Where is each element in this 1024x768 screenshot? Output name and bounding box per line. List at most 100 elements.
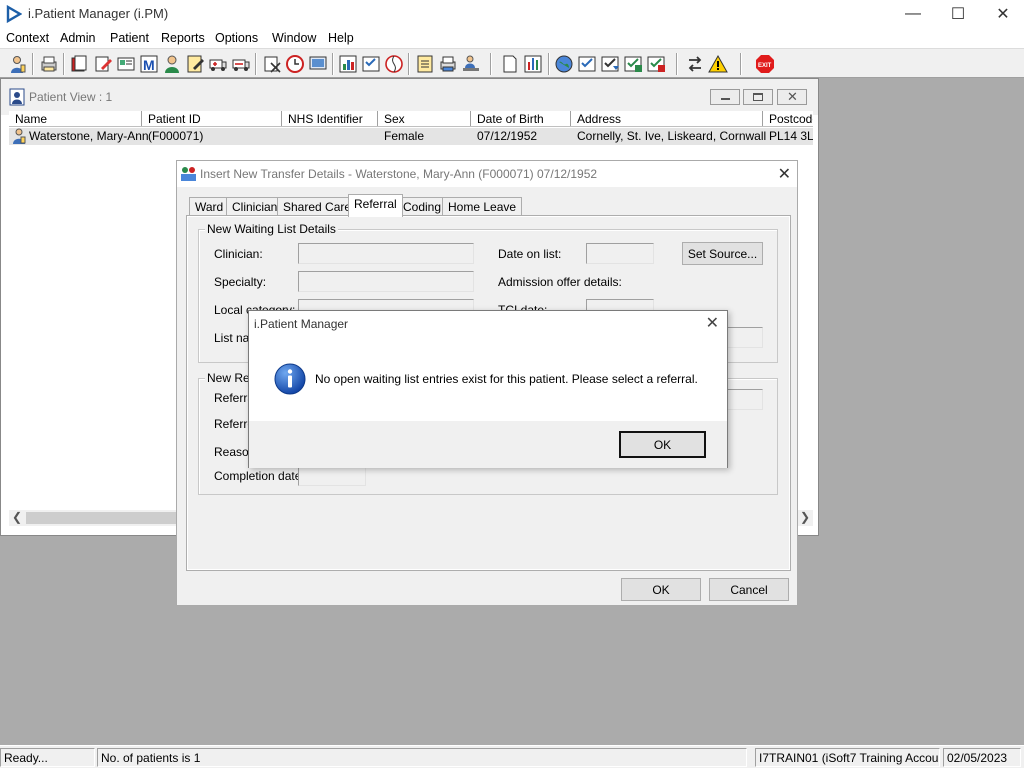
monitor-icon[interactable] — [308, 54, 328, 74]
tab-shared-care[interactable]: Shared Care — [277, 197, 358, 216]
ok-button[interactable]: OK — [621, 578, 701, 601]
clock-icon[interactable] — [285, 54, 305, 74]
col-patient-id[interactable]: Patient ID — [142, 111, 282, 126]
date-on-list-field[interactable] — [586, 243, 654, 264]
message-ok-button[interactable]: OK — [619, 431, 706, 458]
mdi-minimize-button[interactable] — [710, 89, 740, 105]
date-on-list-label: Date on list: — [498, 247, 562, 261]
message-text: No open waiting list entries exist for t… — [315, 372, 698, 386]
ambulance-alt-icon[interactable] — [231, 54, 251, 74]
patient-list-header: Name Patient ID NHS Identifier Sex Date … — [9, 111, 813, 127]
list-check-icon[interactable] — [361, 54, 381, 74]
transfer-icon[interactable] — [685, 54, 705, 74]
patient-view-icon — [9, 88, 25, 106]
edit-icon[interactable] — [93, 54, 113, 74]
status-date: 02/05/2023 — [943, 748, 1021, 767]
checklist-alt-icon[interactable] — [646, 54, 666, 74]
admission-offer-label: Admission offer details: — [498, 275, 622, 289]
menu-reports[interactable]: Reports — [161, 31, 205, 45]
menu-options[interactable]: Options — [215, 31, 258, 45]
col-nhs-identifier[interactable]: NHS Identifier — [282, 111, 378, 126]
set-source-button[interactable]: Set Source... — [682, 242, 763, 265]
app-title: i.Patient Manager (i.PM) — [28, 6, 169, 21]
table-row[interactable]: Waterstone, Mary-Ann (F000071) Female 07… — [9, 128, 813, 145]
message-box-footer: OK — [249, 421, 727, 468]
close-button[interactable]: ✕ — [980, 0, 1024, 28]
completion-date-field[interactable] — [298, 465, 366, 486]
patient-count: No. of patients is 1 — [97, 748, 747, 767]
menu-window[interactable]: Window — [272, 31, 316, 45]
checklist-green-icon[interactable] — [623, 54, 643, 74]
scrollbar-thumb[interactable] — [26, 512, 181, 524]
patient-view-titlebar: Patient View : 1 ✕ — [1, 79, 818, 115]
waiting-list-group-label: New Waiting List Details — [205, 222, 338, 236]
ambulance-icon[interactable] — [208, 54, 228, 74]
notes-icon[interactable] — [185, 54, 205, 74]
col-sex[interactable]: Sex — [378, 111, 471, 126]
cell-sex: Female — [384, 129, 425, 143]
minimize-button[interactable]: — — [890, 0, 936, 28]
transfer-dialog-title: Insert New Transfer Details - Waterstone… — [200, 167, 598, 181]
page-icon[interactable] — [500, 54, 520, 74]
cancel-button[interactable]: Cancel — [709, 578, 789, 601]
patient-female-icon — [13, 128, 26, 144]
menu-patient[interactable]: Patient — [110, 31, 149, 45]
person-bed-icon[interactable] — [461, 54, 481, 74]
svg-text:EXIT: EXIT — [758, 63, 772, 69]
cell-postcode: PL14 3L — [769, 129, 813, 143]
checklist-down-icon[interactable] — [600, 54, 620, 74]
warning-icon[interactable] — [708, 54, 728, 74]
status-bar: Ready... No. of patients is 1 I7TRAIN01 … — [0, 745, 1024, 768]
tab-home-leave[interactable]: Home Leave — [442, 197, 523, 216]
transfer-dialog-titlebar: Insert New Transfer Details - Waterstone… — [177, 161, 797, 187]
tab-referral[interactable]: Referral — [348, 194, 403, 217]
menu-admin[interactable]: Admin — [60, 31, 95, 45]
menu-bar: Context Admin Patient Reports Options Wi… — [0, 28, 1024, 48]
clinician-field[interactable] — [298, 243, 474, 264]
completion-date-label: Completion date: — [214, 469, 305, 483]
close-icon[interactable]: ✕ — [778, 164, 791, 184]
message-box-title: i.Patient Manager — [254, 317, 349, 331]
bar-chart-icon[interactable] — [523, 54, 543, 74]
col-name[interactable]: Name — [9, 111, 142, 126]
account-text: I7TRAIN01 (iSoft7 Training Account) — [755, 748, 940, 767]
printer-icon[interactable] — [438, 54, 458, 74]
document-icon[interactable] — [415, 54, 435, 74]
transfer-dialog-icon — [181, 167, 196, 181]
mdi-close-button[interactable]: ✕ — [777, 89, 807, 105]
app-titlebar: i.Patient Manager (i.PM) — ☐ ✕ — [0, 0, 1024, 28]
tab-clinician[interactable]: Clinician — [226, 197, 284, 216]
scroll-left-icon[interactable]: ❮ — [12, 510, 22, 524]
clear-filter-icon[interactable] — [262, 54, 282, 74]
print-icon[interactable] — [39, 54, 59, 74]
mdi-restore-button[interactable] — [743, 89, 773, 105]
world-icon[interactable] — [554, 54, 574, 74]
chart-icon[interactable] — [338, 54, 358, 74]
globe-icon[interactable] — [384, 54, 404, 74]
toolbar: M EXIT — [0, 48, 1024, 78]
svg-text:M: M — [143, 57, 155, 73]
maximize-button[interactable]: ☐ — [935, 0, 981, 28]
cell-patient-id: (F000071) — [148, 129, 204, 143]
menu-context[interactable]: Context — [6, 31, 49, 45]
person-icon[interactable] — [162, 54, 182, 74]
tab-coding[interactable]: Coding — [397, 197, 448, 216]
col-address[interactable]: Address — [571, 111, 763, 126]
menu-help[interactable]: Help — [328, 31, 354, 45]
close-icon[interactable]: ✕ — [706, 313, 719, 333]
information-icon — [274, 363, 306, 395]
col-postcode[interactable]: Postcode — [763, 111, 813, 126]
card-icon[interactable] — [116, 54, 136, 74]
tab-ward[interactable]: Ward — [189, 197, 230, 216]
status-text: Ready... — [0, 748, 95, 767]
checklist-icon[interactable] — [577, 54, 597, 74]
patient-search-icon[interactable] — [8, 54, 28, 74]
specialty-field[interactable] — [298, 271, 474, 292]
col-dob[interactable]: Date of Birth — [471, 111, 571, 126]
clinician-label: Clinician: — [214, 247, 263, 261]
exit-icon[interactable]: EXIT — [755, 54, 775, 74]
cell-name: Waterstone, Mary-Ann — [29, 129, 149, 143]
letter-m-icon[interactable]: M — [139, 54, 159, 74]
book-icon[interactable] — [69, 54, 89, 74]
scroll-right-icon[interactable]: ❯ — [800, 510, 810, 524]
